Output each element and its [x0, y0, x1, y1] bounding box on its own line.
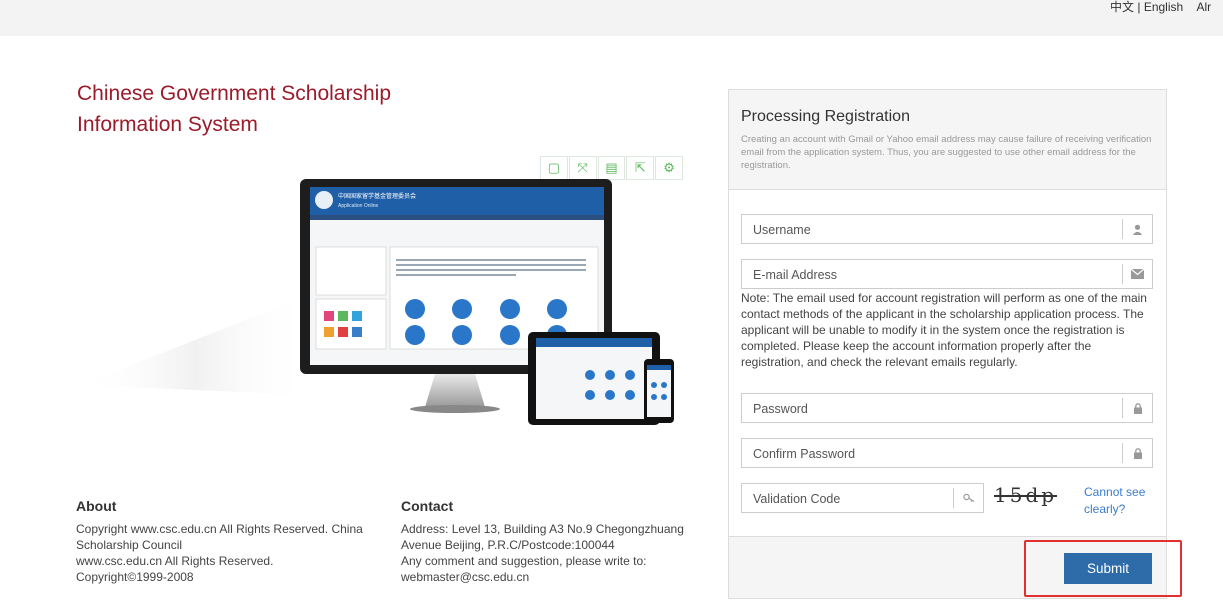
- devices-illustration: 中国国家留学基金管理委员会 Application Online: [80, 179, 674, 425]
- lock-icon: [1122, 398, 1152, 418]
- email-warning: Creating an account with Gmail or Yahoo …: [741, 134, 1152, 171]
- about-title: About: [76, 498, 117, 514]
- screen-subtitle: Application Online: [338, 203, 379, 209]
- validation-code-field[interactable]: Validation Code: [741, 483, 984, 513]
- email-placeholder: E-mail Address: [753, 268, 838, 282]
- tablet-screen: [536, 338, 652, 419]
- contact-section: Contact Address: Level 13, Building A3 N…: [401, 497, 721, 585]
- app-tile-icon: [352, 327, 362, 337]
- refresh-captcha-link[interactable]: Cannot see clearly?: [1084, 484, 1154, 518]
- username-placeholder: Username: [753, 223, 811, 237]
- lang-zh-link[interactable]: 中文: [1110, 0, 1134, 14]
- contact-line: Address: Level 13, Building A3 No.9 Cheg…: [401, 522, 684, 536]
- validation-code-placeholder: Validation Code: [753, 492, 841, 506]
- lock-icon: [1122, 443, 1152, 463]
- username-field[interactable]: Username: [741, 214, 1153, 244]
- email-note: Note: The email used for account registr…: [741, 291, 1147, 369]
- screen-title: 中国国家留学基金管理委员会: [338, 192, 416, 200]
- language-switcher: 中文 | English Alr: [1110, 0, 1211, 14]
- contact-line: Any comment and suggestion, please write…: [401, 554, 647, 568]
- already-link[interactable]: Alr: [1197, 0, 1212, 14]
- app-tile-icon: [324, 311, 334, 321]
- about-line: Copyright www.csc.edu.cn All Rights Rese…: [76, 522, 363, 536]
- app-tile-icon: [338, 311, 348, 321]
- contact-title: Contact: [401, 498, 454, 514]
- screen-panel-left-2: [315, 298, 387, 350]
- top-bar: [0, 0, 1223, 36]
- password-placeholder: Password: [753, 402, 808, 416]
- email-field[interactable]: E-mail Address: [741, 259, 1153, 289]
- contact-email-link[interactable]: webmaster@csc.edu.cn: [401, 569, 721, 585]
- screen-panel-left: [315, 246, 387, 296]
- lang-en-link[interactable]: English: [1144, 0, 1183, 14]
- password-field[interactable]: Password: [741, 393, 1153, 423]
- user-icon: [1122, 219, 1152, 239]
- logo-icon: [315, 191, 333, 209]
- envelope-icon: [1122, 264, 1152, 284]
- reflection-shape: [80, 295, 310, 395]
- captcha-image[interactable]: 15dp: [994, 483, 1074, 513]
- monitor-base: [410, 405, 500, 413]
- about-line: www.csc.edu.cn All Rights Reserved.: [76, 554, 274, 568]
- confirm-password-placeholder: Confirm Password: [753, 447, 856, 461]
- registration-card: Processing Registration Creating an acco…: [728, 89, 1167, 599]
- app-tile-icon: [352, 311, 362, 321]
- monitor-nav: [310, 215, 604, 220]
- key-icon: [953, 488, 983, 508]
- confirm-password-field[interactable]: Confirm Password: [741, 438, 1153, 468]
- submit-highlight-box: [1024, 540, 1182, 597]
- app-tile-icon: [338, 327, 348, 337]
- monitor-header: [310, 187, 604, 215]
- about-line: Scholarship Council: [76, 538, 183, 552]
- monitor-stand: [425, 374, 485, 407]
- phone-header: [647, 365, 671, 370]
- about-line: Copyright©1999-2008: [76, 570, 194, 584]
- card-header: Processing Registration Creating an acco…: [729, 90, 1166, 190]
- phone-screen: [647, 365, 671, 417]
- page-title-line-2: Information System: [77, 113, 258, 136]
- contact-line: Avenue Beijing, P.R.C/Postcode:100044: [401, 538, 615, 552]
- app-tile-icon: [324, 327, 334, 337]
- page-title-line-1: Chinese Government Scholarship: [77, 82, 391, 105]
- about-section: About Copyright www.csc.edu.cn All Right…: [76, 497, 386, 585]
- form-heading: Processing Registration: [741, 108, 910, 125]
- lang-separator: |: [1134, 0, 1144, 14]
- page-title: Chinese Government Scholarship Informati…: [77, 78, 437, 140]
- tablet-header: [536, 338, 652, 347]
